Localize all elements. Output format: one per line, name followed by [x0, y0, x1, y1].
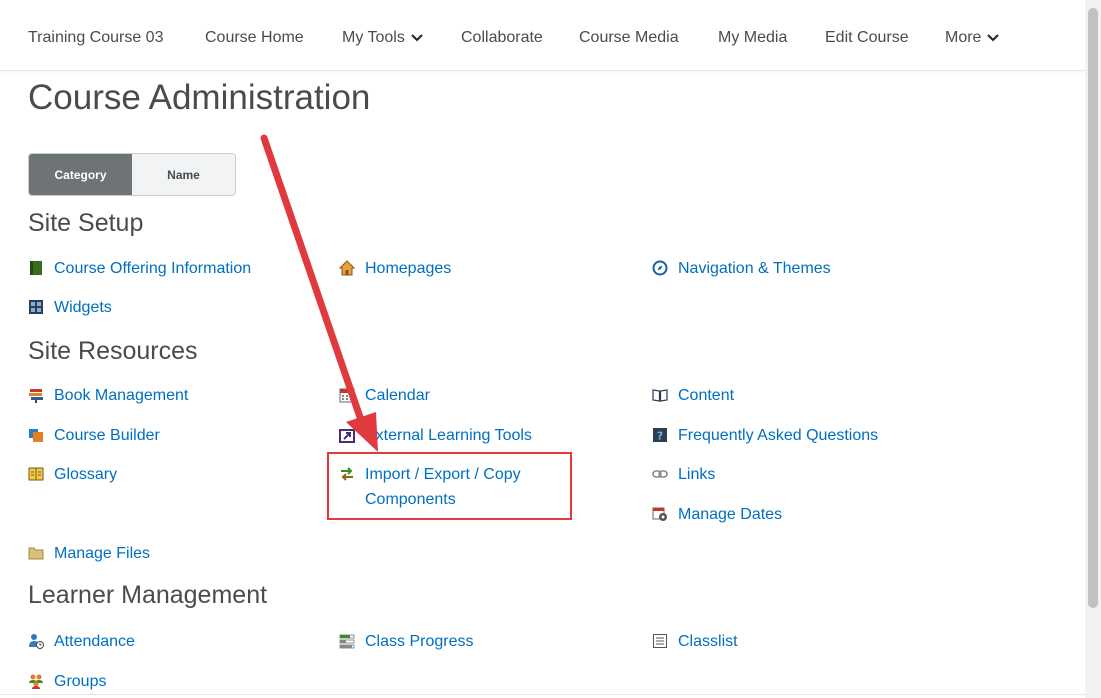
link-label: Content — [678, 387, 735, 404]
section-title-site-setup: Site Setup — [28, 209, 144, 237]
link-label: Calendar — [365, 387, 430, 404]
nav-course-media[interactable]: Course Media — [579, 29, 679, 47]
link-manage-files[interactable]: Manage Files — [28, 541, 150, 566]
link-label: Navigation & Themes — [678, 260, 831, 277]
nav-more[interactable]: More — [945, 29, 1000, 47]
faq-icon: ? — [653, 428, 667, 443]
link-label: Course Offering Information — [54, 260, 252, 277]
list-icon — [653, 634, 667, 648]
link-glossary[interactable]: Glossary — [28, 462, 117, 487]
compass-icon — [652, 260, 668, 276]
toggle-name-button[interactable]: Name — [132, 154, 235, 195]
home-icon — [339, 260, 355, 276]
page-title: Course Administration — [28, 78, 371, 117]
calendar-gear-icon — [652, 507, 667, 521]
nav-my-media[interactable]: My Media — [718, 29, 787, 47]
link-label: Course Builder — [54, 427, 160, 444]
link-label: Widgets — [54, 299, 112, 316]
scrollbar-thumb[interactable] — [1088, 8, 1098, 608]
nav-edit-course[interactable]: Edit Course — [825, 29, 909, 47]
chevron-down-icon — [411, 34, 423, 42]
link-label: Homepages — [365, 260, 452, 277]
top-navigation: Training Course 03 Course Home My Tools … — [0, 0, 1085, 71]
chevron-down-icon — [987, 34, 1000, 42]
link-calendar[interactable]: Calendar — [339, 383, 430, 408]
link-class-progress[interactable]: Class Progress — [339, 629, 473, 654]
open-book-icon — [652, 389, 668, 402]
link-groups[interactable]: Groups — [28, 669, 106, 694]
link-label: Glossary — [54, 466, 118, 483]
link-label: Frequently Asked Questions — [678, 427, 879, 444]
link-classlist[interactable]: Classlist — [652, 629, 738, 654]
nav-more-label: More — [945, 29, 982, 46]
link-manage-dates[interactable]: Manage Dates — [652, 502, 782, 527]
glossary-icon — [28, 467, 44, 481]
calendar-icon — [339, 388, 355, 403]
link-label: Class Progress — [365, 633, 474, 650]
book-icon — [30, 261, 42, 275]
nav-course-home[interactable]: Course Home — [205, 29, 304, 47]
link-homepages[interactable]: Homepages — [339, 256, 451, 281]
link-links[interactable]: Links — [652, 462, 715, 487]
link-navigation-themes[interactable]: Navigation & Themes — [652, 256, 831, 281]
nav-my-tools-label: My Tools — [342, 29, 405, 46]
link-attendance[interactable]: Attendance — [28, 629, 135, 654]
nav-course-title[interactable]: Training Course 03 — [28, 29, 163, 47]
section-title-learner-management: Learner Management — [28, 581, 268, 609]
link-book-management[interactable]: Book Management — [28, 383, 188, 408]
nav-collaborate[interactable]: Collaborate — [461, 29, 543, 47]
folder-icon — [28, 547, 44, 560]
progress-bars-icon — [339, 634, 355, 649]
view-toggle: Category Name — [28, 153, 236, 196]
groups-icon — [29, 674, 43, 689]
highlight-box — [327, 452, 572, 520]
link-label: Manage Dates — [678, 506, 783, 523]
link-label: Links — [678, 466, 716, 483]
link-content[interactable]: Content — [652, 383, 734, 408]
divider — [0, 694, 1085, 695]
link-widgets[interactable]: Widgets — [28, 295, 112, 320]
link-label: External Learning Tools — [365, 427, 532, 444]
section-title-site-resources: Site Resources — [28, 337, 198, 365]
link-course-offering-information[interactable]: Course Offering Information — [28, 256, 251, 281]
link-label: Groups — [54, 673, 107, 690]
link-label: Book Management — [54, 387, 189, 404]
nav-my-tools[interactable]: My Tools — [342, 29, 423, 47]
chain-link-icon — [652, 470, 668, 478]
widgets-icon — [29, 300, 43, 314]
scrollbar[interactable] — [1085, 0, 1101, 698]
link-label: Classlist — [678, 633, 738, 650]
link-label: Manage Files — [54, 545, 151, 562]
link-frequently-asked-questions[interactable]: ? Frequently Asked Questions — [652, 423, 878, 448]
link-course-builder[interactable]: Course Builder — [28, 423, 160, 448]
attendance-icon — [29, 634, 44, 649]
books-icon — [29, 389, 43, 403]
course-builder-icon — [29, 429, 43, 442]
link-label: Attendance — [54, 633, 135, 650]
svg-text:?: ? — [657, 430, 663, 443]
toggle-category-button[interactable]: Category — [29, 154, 132, 195]
external-tool-icon — [339, 429, 355, 443]
link-external-learning-tools[interactable]: External Learning Tools — [339, 423, 532, 448]
